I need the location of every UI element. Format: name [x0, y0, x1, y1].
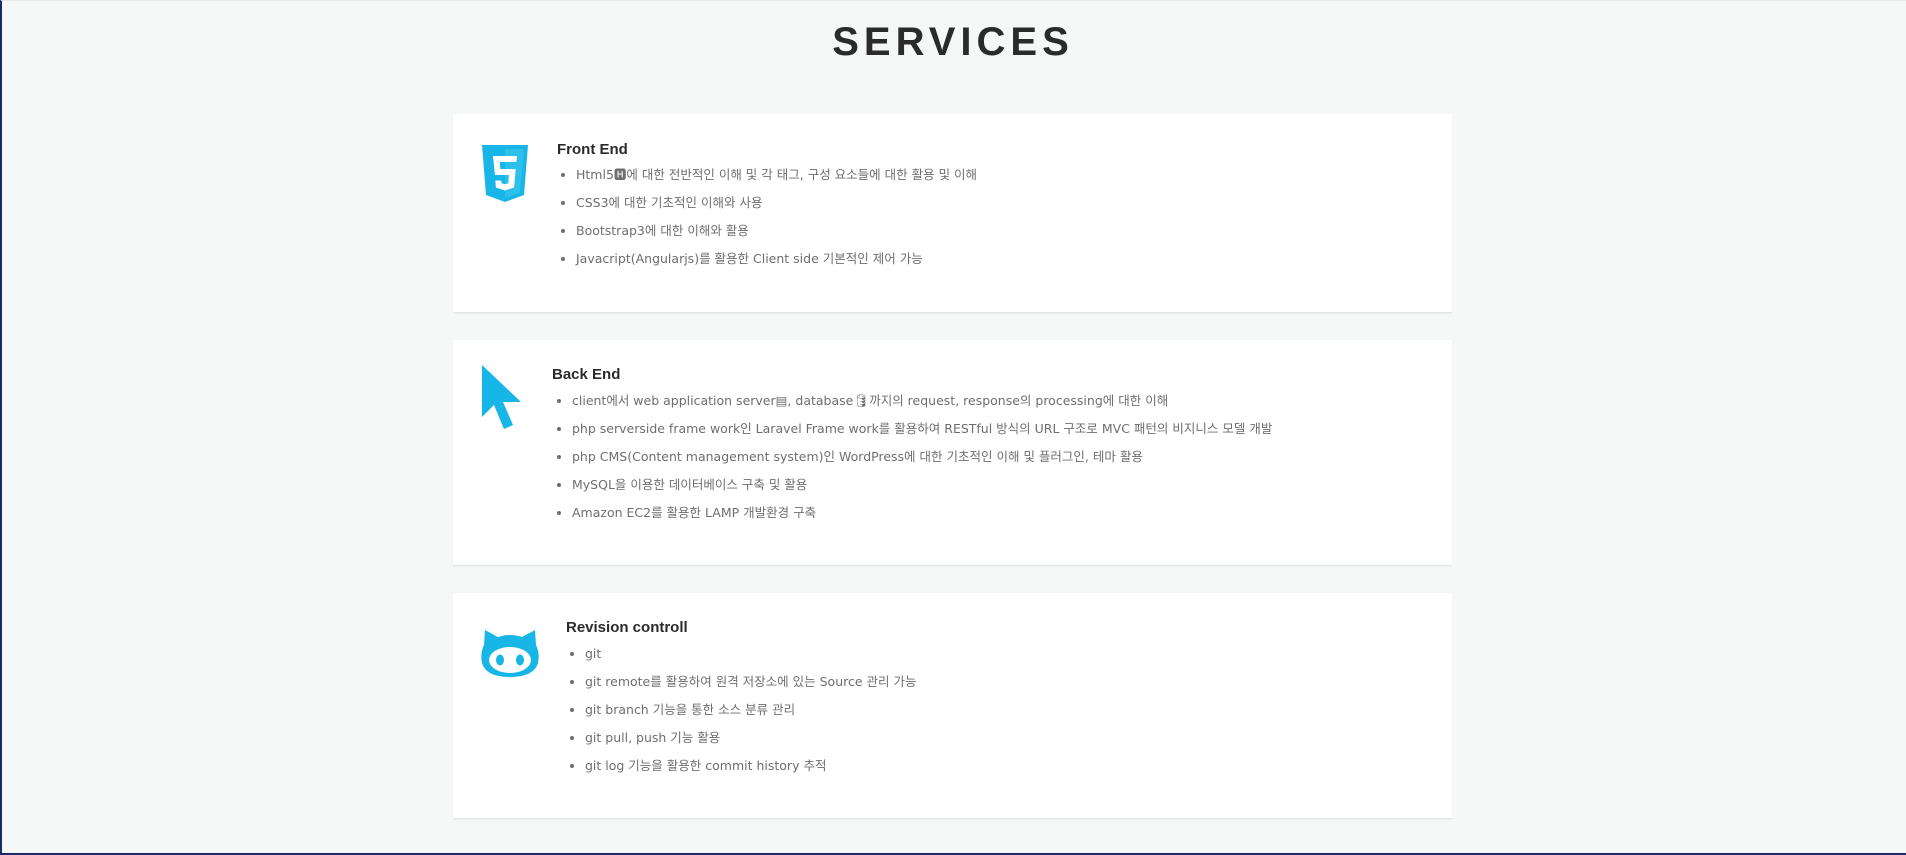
- list-item: Amazon EC2를 활용한 LAMP 개발환경 구축: [556, 505, 1272, 533]
- list-item: MySQL을 이용한 데이터베이스 구축 및 활용: [556, 477, 1272, 505]
- section-list: client에서 web application server▤, databa…: [554, 393, 1272, 533]
- section-list: git git remote를 활용하여 원격 저장소에 있는 Source 관…: [567, 646, 917, 786]
- github-octocat-icon: [480, 627, 540, 683]
- service-card-back-end: Back End client에서 web application server…: [453, 340, 1452, 566]
- list-item: client에서 web application server▤, databa…: [556, 393, 1272, 421]
- service-card-revision-control: Revision controll git git remote를 활용하여 원…: [453, 593, 1452, 819]
- list-item: Bootstrap3에 대한 이해와 활용: [560, 223, 977, 251]
- list-item: php CMS(Content management system)인 Word…: [556, 449, 1272, 477]
- list-item: git pull, push 기능 활용: [570, 730, 917, 758]
- page-title: SERVICES: [832, 20, 1074, 64]
- list-item: Html5🅷에 대한 전반적인 이해 및 각 태그, 구성 요소들에 대한 활용…: [560, 167, 977, 195]
- section-heading: Back End: [552, 366, 621, 383]
- list-item: CSS3에 대한 기초적인 이해와 사용: [560, 195, 977, 223]
- list-item: git: [570, 646, 917, 674]
- list-item: git remote를 활용하여 원격 저장소에 있는 Source 관리 가능: [570, 674, 917, 702]
- list-item: Javacript(Angularjs)를 활용한 Client side 기본…: [560, 251, 977, 279]
- list-item: php serverside frame work인 Laravel Frame…: [556, 421, 1272, 449]
- list-item: git log 기능을 활용한 commit history 추적: [570, 758, 917, 786]
- section-list: Html5🅷에 대한 전반적인 이해 및 각 태그, 구성 요소들에 대한 활용…: [558, 167, 977, 279]
- service-card-front-end: Front End Html5🅷에 대한 전반적인 이해 및 각 태그, 구성 …: [453, 114, 1452, 313]
- cursor-arrow-icon: [480, 365, 524, 435]
- list-item: git branch 기능을 통한 소스 분류 관리: [570, 702, 917, 730]
- html5-icon: [480, 145, 530, 207]
- section-heading: Front End: [557, 141, 628, 158]
- section-heading: Revision controll: [566, 619, 688, 636]
